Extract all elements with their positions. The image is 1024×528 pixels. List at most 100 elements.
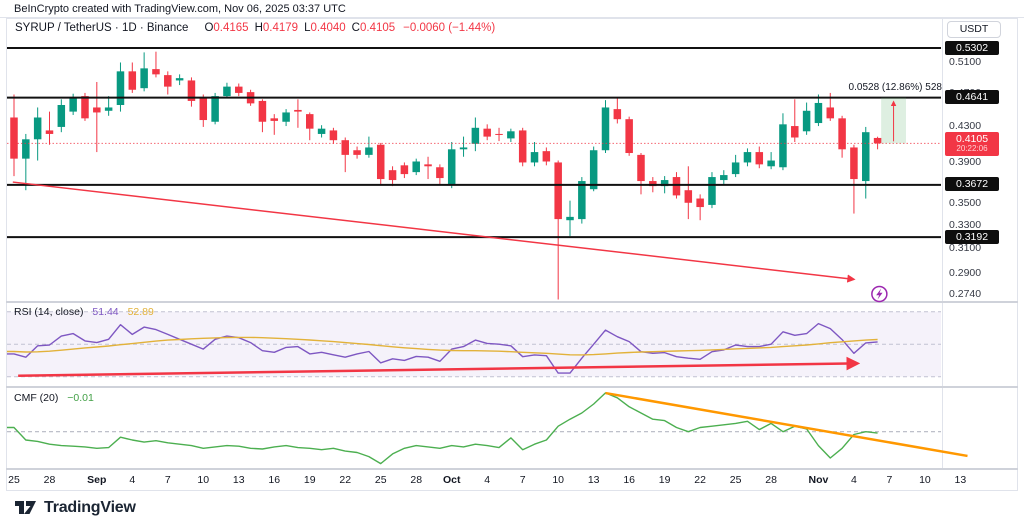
date-label-13: 13: [221, 474, 257, 486]
date-label-13: 13: [576, 474, 612, 486]
candle-body: [685, 190, 693, 203]
rsi-ma-value: 52.89: [128, 306, 154, 318]
candle-body: [282, 112, 290, 121]
candle-body: [424, 164, 432, 166]
candle-body: [554, 162, 562, 219]
date-label-16: 16: [611, 474, 647, 486]
candle-body: [874, 138, 882, 143]
candle-body: [341, 140, 349, 155]
candle-body: [590, 150, 598, 189]
candle-body: [200, 98, 208, 120]
date-label-16: 16: [256, 474, 292, 486]
price-tick-0.3500: 0.3500: [949, 197, 981, 209]
candle-body: [779, 124, 787, 167]
date-label-22: 22: [682, 474, 718, 486]
price-tick-0.3900: 0.3900: [949, 156, 981, 168]
date-label-7: 7: [150, 474, 186, 486]
date-label-25: 25: [718, 474, 754, 486]
candle-body: [483, 129, 491, 137]
candle-body: [637, 155, 645, 181]
candle-body: [791, 126, 799, 137]
tradingview-logo-text: TradingView: [44, 499, 136, 517]
date-label-10: 10: [907, 474, 943, 486]
level-label-0.5302: 0.5302: [945, 41, 999, 55]
last-price-countdown: 20:22:06: [950, 144, 994, 154]
rsi-legend-title: RSI (14, close): [14, 306, 83, 318]
candle-body: [578, 181, 586, 219]
candle-body: [460, 147, 468, 149]
candle-body: [531, 152, 539, 162]
candle-body: [164, 75, 172, 87]
candle-body: [129, 71, 137, 89]
currency-usdt-button[interactable]: USDT: [947, 21, 1001, 38]
price-tick-0.3100: 0.3100: [949, 242, 981, 254]
candle-body: [566, 217, 574, 220]
candle-body: [10, 117, 18, 158]
chart-canvas[interactable]: [0, 0, 1024, 528]
date-label-25: 25: [363, 474, 399, 486]
cmf-line: [7, 393, 878, 464]
candle-body: [389, 170, 397, 180]
date-label-Nov: Nov: [800, 474, 836, 486]
candle-body: [211, 96, 219, 122]
candle-body: [294, 110, 302, 112]
date-label-7: 7: [871, 474, 907, 486]
candle-body: [838, 118, 846, 149]
symbol-title[interactable]: SYRUP / TetherUS · 1D · Binance: [15, 22, 188, 34]
date-label-Oct: Oct: [434, 474, 470, 486]
date-label-28: 28: [398, 474, 434, 486]
candle-body: [46, 130, 54, 134]
candle-body: [803, 111, 811, 132]
date-label-25: 25: [0, 474, 32, 486]
symbol-info-bar[interactable]: SYRUP / TetherUS · 1D · BinanceO0.4165H0…: [15, 22, 495, 34]
candle-body: [365, 147, 373, 154]
date-label-19: 19: [292, 474, 328, 486]
candle-body: [235, 87, 243, 93]
level-label-0.4641: 0.4641: [945, 90, 999, 104]
candle-body: [756, 152, 764, 164]
date-label-7: 7: [505, 474, 541, 486]
candle-body: [105, 107, 113, 110]
candle-body: [93, 107, 101, 112]
price-tick-0.5100: 0.5100: [949, 56, 981, 68]
date-label-22: 22: [327, 474, 363, 486]
close-value: 0.4105: [360, 22, 395, 34]
price-tick-0.3300: 0.3300: [949, 219, 981, 231]
rsi-legend[interactable]: RSI (14, close) 51.44 52.89: [14, 306, 154, 318]
candle-body: [744, 152, 752, 162]
candle-body: [271, 118, 279, 121]
price-tick-0.2900: 0.2900: [949, 267, 981, 279]
high-value: 0.4179: [263, 22, 298, 34]
date-label-28: 28: [753, 474, 789, 486]
candle-body: [22, 139, 30, 158]
high-label: H: [255, 22, 263, 34]
candle-body: [117, 71, 125, 105]
candle-body: [58, 105, 66, 127]
candle-body: [318, 129, 326, 134]
close-label: C: [352, 22, 360, 34]
candle-body: [767, 161, 775, 167]
candle-body: [436, 167, 444, 178]
tradingview-logo[interactable]: TradingView: [14, 498, 136, 518]
candle-body: [176, 78, 184, 80]
cmf-legend[interactable]: CMF (20) −0.01: [14, 392, 94, 404]
last-price-label: 0.410520:22:06: [945, 132, 999, 156]
candle-body: [259, 101, 267, 122]
price-tick-0.4300: 0.4300: [949, 120, 981, 132]
price-tick-0.2740: 0.2740: [949, 288, 981, 300]
candle-body: [377, 145, 385, 179]
candle-body: [306, 114, 314, 129]
trendline-cmf: [606, 393, 968, 456]
candle-body: [81, 96, 89, 118]
date-label-4: 4: [114, 474, 150, 486]
trendline-main: [13, 182, 854, 279]
change-value: −0.0060 (−1.44%): [403, 22, 495, 34]
candle-body: [448, 149, 456, 185]
candle-body: [495, 134, 503, 135]
candle-body: [732, 162, 740, 174]
candle-body: [507, 131, 515, 138]
candle-body: [673, 177, 681, 195]
date-label-10: 10: [185, 474, 221, 486]
candle-body: [152, 69, 160, 74]
price-axis[interactable]: USDT 0.51000.47000.43000.39000.35000.330…: [943, 0, 1024, 528]
